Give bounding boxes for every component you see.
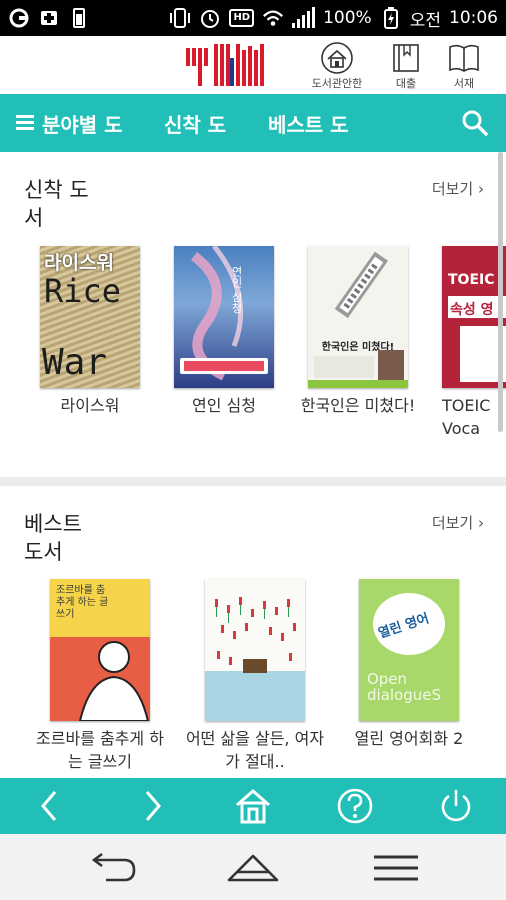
book-title: 조르바를 춤추게 하는 글쓰기 xyxy=(36,729,164,771)
battery-percent: 100% xyxy=(323,8,372,28)
help-icon[interactable] xyxy=(335,786,375,826)
forward-arrow-icon[interactable] xyxy=(132,786,172,826)
book-cover: 연인 심청 xyxy=(174,246,274,388)
category-tab-bar: 분야별 도 신착 도 베스트 도 xyxy=(0,94,506,152)
book-item[interactable]: 라이스워 Rice War 라이스워 xyxy=(40,246,140,417)
book-cover xyxy=(205,579,305,721)
vibrate-icon xyxy=(169,7,191,29)
notification-g-icon xyxy=(8,7,30,29)
alarm-icon xyxy=(199,7,221,29)
battery-charging-icon xyxy=(380,7,402,29)
tab-best-books[interactable]: 베스트 도 xyxy=(268,109,349,138)
app-header: 도서관안한 대출 서재 xyxy=(0,36,506,94)
book-item[interactable]: 열린 영어 Open dialogueS 열린 영어회화 2 xyxy=(355,579,463,750)
app-screen: HD 100% 오전 10:06 도서관안한 대출 서재 분야별 도 신착 도 … xyxy=(0,0,506,900)
time-period: 오전 xyxy=(409,10,441,31)
medical-plus-icon xyxy=(38,7,60,29)
cover-subtitle: Open dialogueS xyxy=(367,670,442,704)
book-title: 연인 심청 xyxy=(192,396,256,415)
system-home-icon[interactable] xyxy=(223,848,283,888)
book-cover: 조르바를 춤추게 하는 글쓰기 xyxy=(50,579,150,721)
cover-war: War xyxy=(42,342,108,383)
more-label: 더보기 xyxy=(431,514,474,532)
bottom-navigation xyxy=(0,778,506,834)
battery-small-icon xyxy=(68,7,90,29)
book-cover: TOEIC 속성 영 xyxy=(442,246,506,388)
borrow-book-icon xyxy=(391,42,421,74)
search-icon[interactable] xyxy=(460,108,490,138)
hd-voice-icon: HD xyxy=(229,9,255,27)
chevron-right-icon: › xyxy=(478,514,484,532)
library-guide-button[interactable]: 도서관안한 xyxy=(309,42,365,92)
system-back-icon[interactable] xyxy=(82,848,142,888)
tab-new-books-label: 신착 도 xyxy=(164,112,227,137)
book-title: 열린 영어회화 2 xyxy=(354,729,464,748)
book-title: 어떤 삶을 살든, 여자가 절대.. xyxy=(185,729,325,771)
best-books-more-link[interactable]: 더보기 › xyxy=(432,512,484,533)
power-icon[interactable] xyxy=(436,786,476,826)
book-title: TOEIC Voca xyxy=(442,396,491,438)
list-icon xyxy=(16,115,34,131)
book-title: 한국인은 미쳤다! xyxy=(300,396,416,415)
home-icon[interactable] xyxy=(233,786,273,826)
cover-title: 연인 심청 xyxy=(230,266,243,314)
cover-subtitle: 속성 영 xyxy=(450,302,494,318)
chevron-right-icon: › xyxy=(478,180,484,198)
tab-category-label: 분야별 도 xyxy=(42,112,123,137)
new-books-section: 신착 도서 더보기 › 라이스워 Rice War 라이스워 연인 심청 연인 … xyxy=(0,152,506,477)
bookshelf-icon xyxy=(447,42,481,74)
system-menu-icon[interactable] xyxy=(366,848,426,888)
book-cover: 라이스워 Rice War xyxy=(40,246,140,388)
system-navigation-bar xyxy=(0,834,506,900)
cover-title: TOEIC xyxy=(448,272,495,288)
book-item[interactable]: 연인 심청 연인 심청 xyxy=(174,246,274,417)
tab-new-books[interactable]: 신착 도 xyxy=(164,109,226,138)
library-guide-label: 도서관안한 xyxy=(311,77,363,90)
book-title: 라이스워 xyxy=(60,396,120,415)
new-books-title: 신착 도서 xyxy=(24,178,89,230)
cover-rice: Rice xyxy=(44,272,122,310)
tab-category[interactable]: 분야별 도 xyxy=(16,109,123,138)
book-item[interactable]: 조르바를 춤추게 하는 글쓰기 조르바를 춤추게 하는 글쓰기 xyxy=(36,579,164,773)
bookshelf-label: 서재 xyxy=(453,77,475,90)
ybm-logo xyxy=(186,44,264,86)
best-books-title: 베스트 도서 xyxy=(24,512,82,564)
main-content[interactable]: 신착 도서 더보기 › 라이스워 Rice War 라이스워 연인 심청 연인 … xyxy=(0,152,506,778)
library-house-icon xyxy=(320,42,354,74)
more-label: 더보기 xyxy=(431,180,474,198)
clock-time: 10:06 xyxy=(449,8,498,28)
borrow-button[interactable]: 대출 xyxy=(378,42,434,92)
book-cover: 한국인은 미쳤다! xyxy=(308,246,408,388)
wifi-icon xyxy=(262,7,284,29)
cover-title: 라이스워 xyxy=(44,252,114,274)
status-bar: HD 100% 오전 10:06 xyxy=(0,0,506,36)
signal-strength-icon xyxy=(292,7,316,28)
new-books-more-link[interactable]: 더보기 › xyxy=(432,178,484,199)
best-books-section: 베스트 도서 더보기 › 조르바를 춤추게 하는 글쓰기 조르바를 춤추게 하는… xyxy=(0,486,506,778)
book-item[interactable]: TOEIC 속성 영 TOEIC Voca xyxy=(442,246,506,440)
tab-best-books-label: 베스트 도 xyxy=(268,112,349,137)
book-item[interactable]: 한국인은 미쳤다! 한국인은 미쳤다! xyxy=(301,246,415,417)
borrow-label: 대출 xyxy=(395,77,417,90)
bookshelf-button[interactable]: 서재 xyxy=(436,42,492,92)
content-scrollbar[interactable] xyxy=(498,152,503,432)
book-item[interactable]: 어떤 삶을 살든, 여자가 절대.. xyxy=(186,579,324,773)
back-arrow-icon[interactable] xyxy=(30,786,70,826)
book-cover: 열린 영어 Open dialogueS xyxy=(359,579,459,721)
